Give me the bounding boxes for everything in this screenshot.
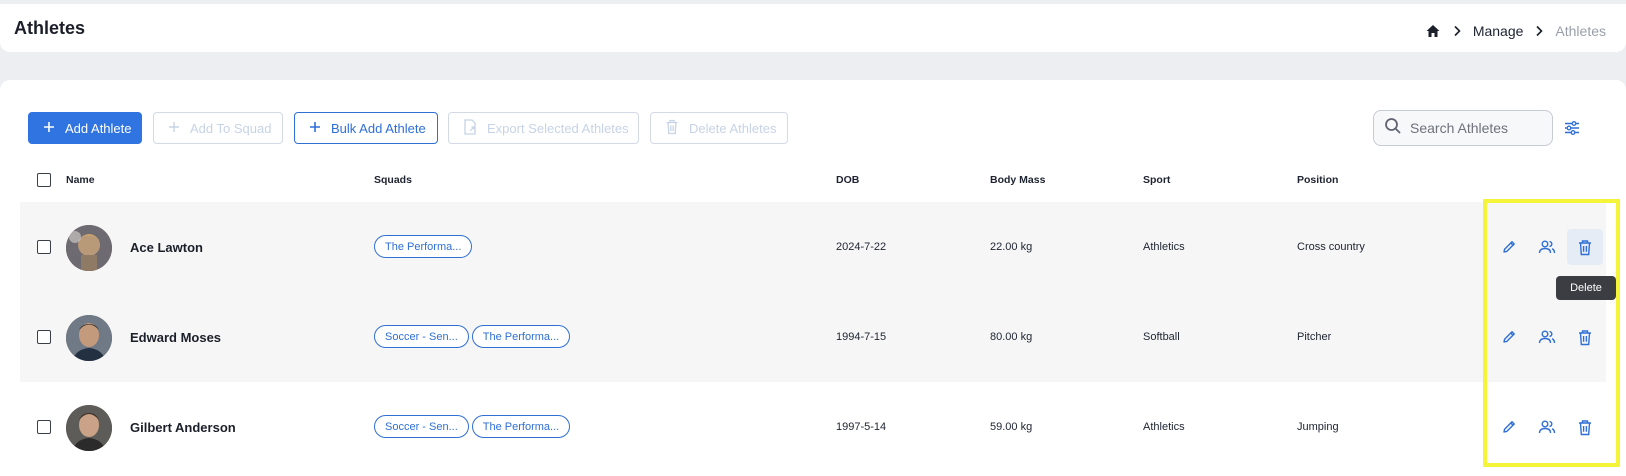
squad-chips: Soccer - Sen... The Performa... — [374, 325, 571, 348]
row-checkbox[interactable] — [37, 330, 51, 344]
breadcrumb: Manage Athletes — [1425, 20, 1606, 42]
trash-icon[interactable] — [1567, 229, 1603, 265]
table-header: Name Squads DOB Body Mass Sport Position — [20, 168, 1606, 192]
delete-athletes-button[interactable]: Delete Athletes — [650, 112, 788, 144]
sport-cell: Athletics — [1143, 421, 1185, 433]
people-icon[interactable] — [1533, 233, 1561, 261]
pencil-icon[interactable] — [1495, 413, 1523, 441]
plus-icon — [43, 121, 55, 136]
file-export-icon — [463, 118, 477, 138]
home-icon[interactable] — [1425, 23, 1441, 39]
trash-icon[interactable] — [1571, 413, 1599, 441]
table-row[interactable]: Edward Moses Soccer - Sen... The Perform… — [20, 292, 1606, 382]
people-icon[interactable] — [1533, 413, 1561, 441]
column-header-body-mass[interactable]: Body Mass — [990, 174, 1045, 186]
page-header: Athletes Manage Athletes — [0, 4, 1626, 52]
chevron-right-icon — [1529, 23, 1549, 39]
search-box[interactable] — [1373, 110, 1553, 146]
athlete-name[interactable]: Gilbert Anderson — [130, 420, 236, 435]
body-mass-cell: 22.00 kg — [990, 241, 1033, 253]
sport-cell: Athletics — [1143, 241, 1185, 253]
breadcrumb-athletes: Athletes — [1555, 23, 1606, 39]
dob-cell: 2024-7-22 — [836, 241, 887, 253]
row-checkbox[interactable] — [37, 420, 51, 434]
delete-tooltip: Delete — [1556, 276, 1616, 300]
squad-chips: The Performa... — [374, 235, 473, 258]
add-athlete-label: Add Athlete — [65, 120, 132, 136]
search-input[interactable] — [1410, 120, 1540, 136]
sport-cell: Softball — [1143, 331, 1180, 343]
avatar — [66, 315, 112, 361]
bulk-add-athlete-button[interactable]: Bulk Add Athlete — [294, 112, 438, 144]
body-mass-cell: 80.00 kg — [990, 331, 1033, 343]
body-mass-cell: 59.00 kg — [990, 421, 1033, 433]
position-cell: Cross country — [1297, 241, 1365, 253]
table-row[interactable]: Ace Lawton The Performa... 2024-7-22 22.… — [20, 202, 1606, 292]
delete-athletes-label: Delete Athletes — [689, 120, 777, 136]
column-header-name[interactable]: Name — [66, 174, 95, 186]
column-header-dob[interactable]: DOB — [836, 174, 859, 186]
pencil-icon[interactable] — [1495, 233, 1523, 261]
add-to-squad-button[interactable]: Add To Squad — [153, 112, 283, 144]
breadcrumb-manage[interactable]: Manage — [1473, 23, 1524, 39]
squad-chip[interactable]: The Performa... — [471, 415, 571, 438]
column-header-position[interactable]: Position — [1297, 174, 1338, 186]
avatar — [66, 225, 112, 271]
position-cell: Pitcher — [1297, 331, 1332, 343]
select-all-checkbox[interactable] — [37, 173, 51, 187]
search-icon — [1384, 117, 1402, 140]
trash-icon[interactable] — [1571, 323, 1599, 351]
export-selected-label: Export Selected Athletes — [487, 120, 629, 136]
column-header-sport[interactable]: Sport — [1143, 174, 1170, 186]
squad-chip[interactable]: The Performa... — [471, 325, 571, 348]
squad-chip[interactable]: Soccer - Sen... — [374, 325, 469, 348]
dob-cell: 1994-7-15 — [836, 331, 887, 343]
position-cell: Jumping — [1297, 421, 1339, 433]
table-row[interactable]: Gilbert Anderson Soccer - Sen... The Per… — [20, 382, 1606, 472]
athlete-name[interactable]: Edward Moses — [130, 330, 221, 345]
avatar — [66, 405, 112, 451]
athlete-name[interactable]: Ace Lawton — [130, 240, 203, 255]
column-header-squads[interactable]: Squads — [374, 174, 412, 186]
squad-chips: Soccer - Sen... The Performa... — [374, 415, 571, 438]
bulk-add-athlete-label: Bulk Add Athlete — [331, 120, 426, 136]
pencil-icon[interactable] — [1495, 323, 1523, 351]
trash-icon — [665, 119, 679, 138]
page-title: Athletes — [14, 18, 86, 38]
row-checkbox[interactable] — [37, 240, 51, 254]
add-athlete-button[interactable]: Add Athlete — [28, 112, 142, 144]
filter-settings-icon[interactable] — [1562, 118, 1582, 138]
squad-chip[interactable]: The Performa... — [374, 235, 473, 258]
people-icon[interactable] — [1533, 323, 1561, 351]
plus-icon — [168, 121, 180, 136]
squad-chip[interactable]: Soccer - Sen... — [374, 415, 469, 438]
plus-icon — [309, 121, 321, 136]
chevron-right-icon — [1447, 23, 1467, 39]
export-selected-athletes-button[interactable]: Export Selected Athletes — [448, 112, 639, 144]
dob-cell: 1997-5-14 — [836, 421, 887, 433]
add-to-squad-label: Add To Squad — [190, 120, 272, 136]
